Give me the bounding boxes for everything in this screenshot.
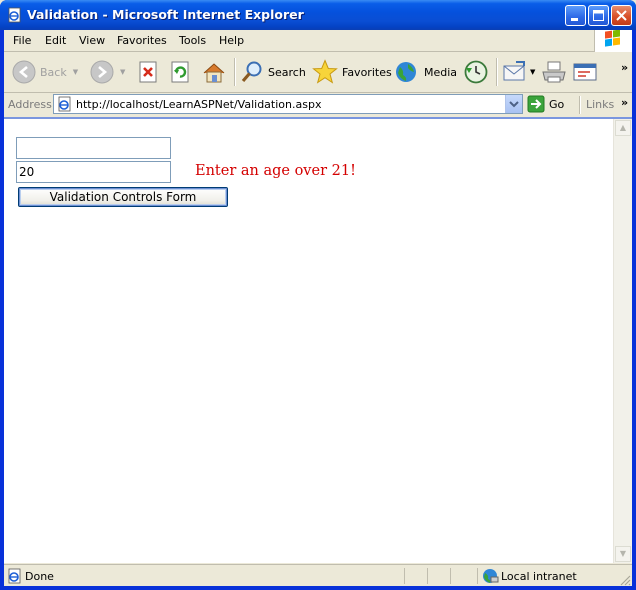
go-button[interactable]: Go <box>527 94 564 114</box>
print-icon <box>542 61 566 83</box>
mail-button[interactable]: ▼ <box>502 58 535 86</box>
refresh-icon <box>171 61 189 83</box>
security-zone-label: Local intranet <box>501 570 577 583</box>
back-arrow-icon <box>12 60 36 84</box>
favorites-button[interactable]: Favorites <box>312 58 392 86</box>
status-pane <box>450 568 451 584</box>
minimize-button[interactable] <box>565 5 586 26</box>
back-label: Back <box>40 65 67 79</box>
favorites-star-icon <box>312 59 338 84</box>
minimize-icon <box>571 18 578 21</box>
name-textbox[interactable] <box>16 137 171 159</box>
address-label: Address <box>8 98 52 111</box>
address-url[interactable]: http://localhost/LearnASPNet/Validation.… <box>76 98 321 111</box>
window-title: Validation - Microsoft Internet Explorer <box>27 7 304 22</box>
links-overflow-chevron-icon[interactable]: » <box>621 96 628 109</box>
address-bar: Address http://localhost/LearnASPNet/Val… <box>4 93 632 117</box>
submit-button[interactable]: Validation Controls Form <box>18 187 228 207</box>
back-dropdown-icon: ▼ <box>72 68 79 76</box>
edit-page-icon <box>573 63 597 81</box>
title-bar[interactable]: Validation - Microsoft Internet Explorer <box>0 0 636 30</box>
menu-file[interactable]: File <box>13 34 31 47</box>
vertical-scrollbar[interactable]: ▲ ▼ <box>613 119 632 563</box>
ie-page-icon <box>58 96 71 112</box>
menu-bar: File Edit View Favorites Tools Help <box>4 29 632 52</box>
home-icon <box>203 63 225 83</box>
refresh-button[interactable] <box>170 58 192 86</box>
media-button[interactable]: Media <box>394 58 457 86</box>
page-viewport: Enter an age over 21! Validation Control… <box>4 117 632 563</box>
links-separator <box>579 96 581 114</box>
ie-page-icon <box>8 568 21 584</box>
scroll-down-icon[interactable]: ▼ <box>615 546 631 562</box>
go-arrow-icon <box>527 95 545 113</box>
toolbar-separator <box>234 58 236 86</box>
toolbar-separator <box>496 58 498 86</box>
forward-dropdown-icon: ▼ <box>120 68 126 76</box>
windows-logo <box>594 29 632 52</box>
page-content: Enter an age over 21! Validation Control… <box>4 119 613 563</box>
status-bar: Done Local intranet <box>4 564 632 587</box>
stop-button[interactable] <box>138 58 160 86</box>
toolbar-overflow-chevron-icon[interactable]: » <box>621 61 628 74</box>
mail-dropdown-icon: ▼ <box>530 68 536 76</box>
forward-button[interactable]: ▼ <box>90 58 125 86</box>
menu-favorites[interactable]: Favorites <box>117 34 167 47</box>
menu-help[interactable]: Help <box>219 34 244 47</box>
close-icon <box>616 10 627 21</box>
media-label: Media <box>424 65 458 79</box>
address-field[interactable]: http://localhost/LearnASPNet/Validation.… <box>53 94 523 114</box>
history-clock-icon <box>464 60 488 84</box>
browser-window: Validation - Microsoft Internet Explorer… <box>0 0 636 590</box>
search-label: Search <box>268 65 306 79</box>
edit-button[interactable] <box>572 58 598 86</box>
maximize-button[interactable] <box>588 5 609 26</box>
status-pane <box>404 568 405 584</box>
status-pane <box>477 568 478 584</box>
menu-view[interactable]: View <box>79 34 105 47</box>
menu-edit[interactable]: Edit <box>45 34 66 47</box>
back-button[interactable]: Back ▼ <box>12 58 78 86</box>
stop-icon <box>139 61 157 83</box>
maximize-icon <box>593 10 604 21</box>
print-button[interactable] <box>541 58 567 86</box>
menu-tools[interactable]: Tools <box>179 34 206 47</box>
mail-envelope-icon <box>503 61 525 81</box>
search-button[interactable]: Search <box>240 58 306 86</box>
resize-grip-icon[interactable] <box>619 574 631 586</box>
address-dropdown-button[interactable] <box>505 95 522 113</box>
home-button[interactable] <box>201 58 227 86</box>
chevron-down-icon <box>509 101 519 108</box>
client-area: File Edit View Favorites Tools Help Back… <box>4 29 632 587</box>
age-textbox[interactable] <box>16 161 171 183</box>
search-icon <box>241 61 262 83</box>
links-label[interactable]: Links <box>586 98 614 111</box>
forward-arrow-icon <box>90 60 114 84</box>
windows-flag-icon <box>605 29 620 47</box>
status-text: Done <box>25 570 54 583</box>
standard-toolbar: Back ▼ ▼ Search Favorites Media ▼ » <box>4 52 632 93</box>
close-button[interactable] <box>611 5 632 26</box>
ie-page-icon <box>8 7 21 23</box>
scroll-up-icon[interactable]: ▲ <box>615 120 631 136</box>
go-label: Go <box>549 97 565 111</box>
age-validator-message: Enter an age over 21! <box>195 163 356 179</box>
favorites-label: Favorites <box>342 65 392 79</box>
history-button[interactable] <box>463 58 489 86</box>
status-pane <box>427 568 428 584</box>
intranet-zone-icon <box>483 569 499 583</box>
media-globe-icon <box>396 62 416 82</box>
